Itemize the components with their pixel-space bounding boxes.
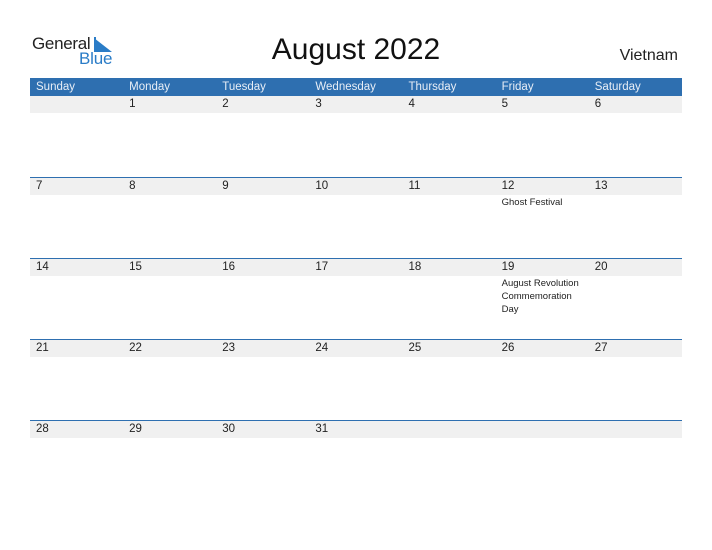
- holiday-event: [123, 195, 216, 209]
- day-number: 2: [222, 98, 229, 110]
- day-number: 5: [501, 98, 509, 110]
- events-band: Ghost Festival: [30, 195, 682, 209]
- holiday-event: [30, 276, 123, 316]
- holiday-event: [589, 357, 682, 358]
- holiday-event: [403, 438, 496, 439]
- day-number: 21: [36, 342, 49, 354]
- holiday-event: [309, 438, 402, 439]
- day-number: 12: [501, 180, 515, 192]
- week-row: 1 2 3 4 5 6: [30, 96, 682, 177]
- weekday-thursday: Thursday: [408, 81, 457, 93]
- day-number: 4: [408, 98, 415, 110]
- day-number: 31: [315, 423, 329, 435]
- events-band: [30, 113, 682, 114]
- week-row: 7 8 9 10 11 12 13 Ghost Festival: [30, 177, 682, 258]
- holiday-event: [589, 276, 682, 316]
- weekday-monday: Monday: [129, 81, 171, 93]
- day-number-band: 21 22 23 24 25 26 27: [30, 340, 682, 357]
- holiday-event: [403, 357, 496, 358]
- day-number: 28: [36, 423, 49, 435]
- weekday-header: Sunday Monday Tuesday Wednesday Thursday…: [30, 78, 682, 96]
- day-number: [30, 96, 123, 113]
- week-row: 14 15 16 17 18 19 20 August Revolution Commemor…: [30, 258, 682, 339]
- holiday-event: [30, 438, 123, 439]
- day-number: 14: [36, 261, 49, 273]
- holiday-event: [123, 276, 216, 316]
- week-row: 21 22 23 24 25 26 27: [30, 339, 682, 420]
- day-number: 27: [594, 342, 608, 354]
- events-band: August Revolution Commemoration Day: [30, 276, 682, 316]
- country-label: Vietnam: [619, 47, 678, 64]
- day-number: 16: [222, 261, 236, 273]
- day-number: 23: [222, 342, 236, 354]
- day-number: 22: [129, 342, 142, 354]
- day-number-band: 28 29 30 31: [30, 421, 682, 438]
- weekday-wednesday: Wednesday: [315, 81, 376, 93]
- day-number: 8: [129, 180, 136, 192]
- holiday-event: [496, 357, 589, 358]
- day-number: 13: [594, 180, 608, 192]
- holiday-event: August Revolution Commemoration Day: [501, 278, 579, 315]
- day-number: 19: [501, 261, 515, 273]
- weeks-container: 1 2 3 4 5 6 7 8 9 10 11 12 13 Ghost Festival 14 15 16 17 1…: [30, 96, 682, 501]
- day-number: 25: [408, 342, 422, 354]
- events-band: [30, 438, 682, 439]
- holiday-event: [403, 113, 496, 114]
- holiday-event: [403, 276, 496, 316]
- holiday-event: Ghost Festival: [501, 197, 563, 208]
- day-number: [496, 421, 589, 438]
- day-number: 10: [315, 180, 329, 192]
- week-row: 28 29 30 31: [30, 420, 682, 501]
- day-number: 11: [408, 180, 421, 192]
- day-number: 26: [501, 342, 515, 354]
- day-number: 15: [129, 261, 142, 273]
- day-number-band: 1 2 3 4 5 6: [30, 96, 682, 113]
- day-number: 17: [315, 261, 329, 273]
- holiday-event: [496, 438, 589, 439]
- holiday-event: [123, 357, 216, 358]
- calendar-grid: Sunday Monday Tuesday Wednesday Thursday…: [30, 78, 682, 501]
- holiday-event: [216, 195, 309, 209]
- holiday-event: [123, 438, 216, 439]
- weekday-sunday: Sunday: [36, 81, 76, 93]
- holiday-event: [216, 357, 309, 358]
- day-number: [403, 421, 496, 438]
- weekday-tuesday: Tuesday: [222, 81, 266, 93]
- holiday-event: [589, 195, 682, 209]
- holiday-event: [589, 113, 682, 114]
- holiday-event: [309, 276, 402, 316]
- events-band: [30, 357, 682, 358]
- holiday-event: [496, 113, 589, 114]
- holiday-event: [216, 438, 309, 439]
- holiday-event: [216, 276, 309, 316]
- day-number: 9: [222, 180, 229, 192]
- holiday-event: [30, 195, 123, 209]
- day-number: 1: [129, 98, 136, 110]
- holiday-event: [309, 357, 402, 358]
- calendar-title: August 2022: [271, 33, 441, 66]
- day-number: [589, 421, 682, 438]
- day-number-band: 7 8 9 10 11 12 13: [30, 178, 682, 195]
- holiday-event: [30, 113, 123, 114]
- holiday-event: [309, 113, 402, 114]
- holiday-event: [589, 438, 682, 439]
- holiday-event: [216, 113, 309, 114]
- holiday-event: [30, 357, 123, 358]
- day-number: 24: [315, 342, 329, 354]
- holiday-event: [309, 195, 402, 209]
- day-number: 29: [129, 423, 142, 435]
- holiday-event: [403, 195, 496, 209]
- day-number: 3: [315, 98, 322, 110]
- day-number: 30: [222, 423, 236, 435]
- weekday-friday: Friday: [501, 81, 534, 93]
- weekday-saturday: Saturday: [594, 81, 641, 93]
- day-number: 18: [408, 261, 422, 273]
- day-number-band: 14 15 16 17 18 19 20: [30, 259, 682, 276]
- day-number: 7: [36, 180, 43, 192]
- day-number: 20: [594, 261, 608, 273]
- day-number: 6: [594, 98, 602, 110]
- holiday-event: [123, 113, 216, 114]
